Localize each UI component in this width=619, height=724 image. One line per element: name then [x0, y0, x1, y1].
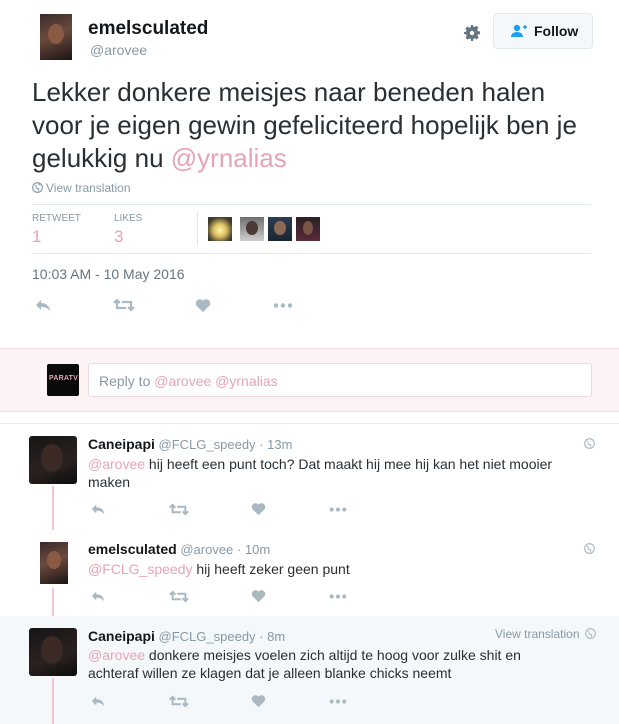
author-display-name[interactable]: emelsculated: [88, 18, 208, 40]
more-icon[interactable]: [329, 699, 347, 704]
reply-avatar[interactable]: [29, 628, 77, 676]
reply-input-placeholder: Reply to: [99, 373, 155, 389]
tweet-timestamp[interactable]: 10:03 AM - 10 May 2016: [32, 266, 185, 282]
heart-icon[interactable]: [251, 694, 266, 708]
liker-avatar[interactable]: [296, 217, 320, 241]
retweet-icon[interactable]: [169, 695, 189, 708]
heart-icon[interactable]: [251, 502, 266, 516]
follow-label: Follow: [534, 23, 579, 39]
reply-icon[interactable]: [90, 694, 106, 708]
more-icon[interactable]: [273, 303, 293, 308]
stats-divider-bottom: [32, 253, 591, 254]
likes-label: LIKES: [114, 213, 143, 224]
retweet-icon[interactable]: [169, 503, 189, 516]
reply-header: emelsculated @arovee · 10m: [88, 541, 270, 557]
composer-avatar: PARATV: [47, 364, 79, 396]
reply-icon[interactable]: [34, 297, 52, 313]
reply-handle[interactable]: @FCLG_speedy: [159, 437, 256, 452]
reply-body: hij heeft zeker geen punt: [192, 561, 350, 577]
reply-header: Caneipapi @FCLG_speedy · 8m: [88, 628, 285, 644]
reply-text: @arovee donkere meisjes voelen zich alti…: [88, 646, 558, 682]
liker-avatar[interactable]: [240, 217, 264, 241]
reply-display-name[interactable]: emelsculated: [88, 541, 177, 557]
tweet-text: Lekker donkere meisjes naar beneden hale…: [32, 76, 587, 175]
stats-divider-top: [32, 204, 591, 205]
reply-time[interactable]: · 10m: [237, 542, 270, 557]
heart-icon[interactable]: [195, 298, 211, 313]
retweets-label: RETWEET: [32, 213, 81, 224]
reply-icon[interactable]: [90, 589, 106, 603]
liker-avatar[interactable]: [208, 217, 232, 241]
reply-avatar[interactable]: [40, 542, 68, 584]
reply-body: donkere meisjes voelen zich altijd te ho…: [88, 647, 521, 681]
more-icon[interactable]: [329, 507, 347, 512]
reply-avatar[interactable]: [29, 436, 77, 484]
composer-avatar-text: PARATV: [49, 375, 78, 382]
thread-line: [52, 588, 54, 616]
reply-display-name[interactable]: Caneipapi: [88, 436, 155, 452]
reply-view-translation-link[interactable]: View translation: [495, 627, 596, 641]
reply-display-name[interactable]: Caneipapi: [88, 628, 155, 644]
tweet-text-body: Lekker donkere meisjes naar beneden hale…: [32, 77, 577, 173]
reply-header: Caneipapi @FCLG_speedy · 13m: [88, 436, 292, 452]
globe-icon: [584, 543, 595, 554]
retweets-count[interactable]: 1: [32, 227, 41, 247]
view-translation-label: View translation: [46, 181, 131, 195]
reply-input[interactable]: Reply to @arovee @yrnalias: [88, 363, 592, 397]
reply-divider: [0, 423, 619, 424]
mention-link[interactable]: @yrnalias: [171, 143, 287, 173]
reply-input-mentions: @arovee @yrnalias: [154, 373, 278, 389]
reply-handle[interactable]: @FCLG_speedy: [159, 629, 256, 644]
view-translation-link[interactable]: View translation: [32, 181, 131, 195]
more-icon[interactable]: [329, 594, 347, 599]
globe-icon: [32, 182, 43, 193]
gear-icon[interactable]: [462, 23, 482, 43]
reply-handle[interactable]: @arovee: [180, 542, 233, 557]
stats-divider-vertical: [197, 212, 198, 246]
globe-icon: [584, 438, 595, 449]
reply-time[interactable]: · 13m: [259, 437, 292, 452]
follow-button[interactable]: Follow: [493, 13, 593, 49]
reply-mention[interactable]: @FCLG_speedy: [88, 561, 192, 577]
retweet-icon[interactable]: [113, 298, 135, 312]
thread-line: [52, 486, 54, 530]
reply-time[interactable]: · 8m: [259, 629, 285, 644]
heart-icon[interactable]: [251, 589, 266, 603]
thread-line: [52, 678, 54, 724]
reply-icon[interactable]: [90, 502, 106, 516]
author-handle[interactable]: @arovee: [90, 42, 147, 58]
reply-text: @FCLG_speedy hij heeft zeker geen punt: [88, 560, 558, 578]
reply-body: hij heeft een punt toch? Dat maakt hij m…: [88, 456, 553, 490]
likes-count[interactable]: 3: [114, 227, 123, 247]
globe-icon: [584, 628, 596, 639]
add-user-icon: [510, 24, 528, 38]
author-avatar[interactable]: [40, 14, 72, 60]
reply-mention[interactable]: @arovee: [88, 456, 145, 472]
view-translation-label: View translation: [495, 627, 580, 641]
retweet-icon[interactable]: [169, 590, 189, 603]
liker-avatar[interactable]: [268, 217, 292, 241]
reply-mention[interactable]: @arovee: [88, 647, 145, 663]
reply-text: @arovee hij heeft een punt toch? Dat maa…: [88, 455, 558, 491]
